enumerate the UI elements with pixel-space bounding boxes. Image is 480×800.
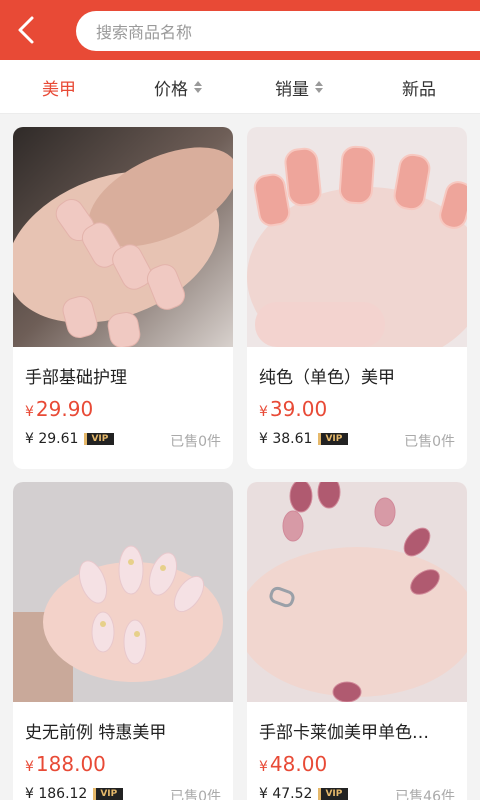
tab-label: 价格 (154, 79, 188, 100)
product-grid: 手部基础护理 ¥29.90 ¥ 29.61 VIP 已售0件 纯色（单色）美甲 … (0, 114, 480, 800)
tab-category[interactable]: 美甲 (42, 60, 76, 114)
currency-symbol: ¥ (259, 404, 268, 420)
search-input[interactable]: 搜索商品名称 (76, 11, 480, 51)
product-title: 手部基础护理 (25, 368, 127, 388)
sold-count: 已售0件 (170, 434, 221, 450)
chevron-left-icon[interactable] (10, 12, 46, 48)
vip-price: ¥ 47.52 (259, 786, 313, 800)
currency-symbol: ¥ (25, 404, 34, 420)
vip-price-row: ¥ 38.61 VIP (259, 431, 349, 447)
vip-price-row: ¥ 186.12 VIP (25, 786, 124, 800)
vip-badge: VIP (318, 788, 349, 800)
sold-count: 已售0件 (170, 789, 221, 800)
sold-count: 已售46件 (395, 789, 455, 800)
product-card[interactable]: 纯色（单色）美甲 ¥39.00 ¥ 38.61 VIP 已售0件 (247, 127, 467, 469)
search-placeholder: 搜索商品名称 (96, 23, 193, 42)
product-card[interactable]: 史无前例 特惠美甲 ¥188.00 ¥ 186.12 VIP 已售0件 (13, 482, 233, 800)
product-title: 手部卡莱伽美甲单色… (259, 723, 429, 743)
price-value: 188.00 (35, 752, 106, 776)
vip-price-row: ¥ 47.52 VIP (259, 786, 349, 800)
price-value: 48.00 (269, 752, 328, 776)
product-card[interactable]: 手部卡莱伽美甲单色… ¥48.00 ¥ 47.52 VIP 已售46件 (247, 482, 467, 800)
currency-symbol: ¥ (259, 759, 268, 775)
tab-sales[interactable]: 销量 (275, 60, 323, 114)
product-image (247, 482, 467, 702)
vip-price: ¥ 29.61 (25, 431, 79, 447)
vip-badge: VIP (84, 433, 115, 445)
product-title: 史无前例 特惠美甲 (25, 723, 167, 743)
vip-badge: VIP (318, 433, 349, 445)
vip-price-row: ¥ 29.61 VIP (25, 431, 115, 447)
product-price: ¥29.90 (25, 397, 93, 421)
product-title: 纯色（单色）美甲 (259, 368, 395, 388)
sort-icon (194, 81, 202, 93)
product-card[interactable]: 手部基础护理 ¥29.90 ¥ 29.61 VIP 已售0件 (13, 127, 233, 469)
sort-icon (315, 81, 323, 93)
price-value: 39.00 (269, 397, 328, 421)
tab-price[interactable]: 价格 (154, 60, 202, 114)
product-image (247, 127, 467, 347)
currency-symbol: ¥ (25, 759, 34, 775)
price-value: 29.90 (35, 397, 94, 421)
vip-price: ¥ 38.61 (259, 431, 313, 447)
product-price: ¥39.00 (259, 397, 327, 421)
tab-label: 销量 (275, 79, 309, 100)
product-price: ¥188.00 (25, 752, 106, 776)
product-image (13, 127, 233, 347)
product-image (13, 482, 233, 702)
product-price: ¥48.00 (259, 752, 327, 776)
vip-price: ¥ 186.12 (25, 786, 88, 800)
tab-new[interactable]: 新品 (402, 60, 436, 114)
tab-label: 新品 (402, 79, 436, 100)
top-bar: 搜索商品名称 (0, 0, 480, 60)
filter-tabs: 美甲 价格 销量 新品 (0, 60, 480, 114)
sold-count: 已售0件 (404, 434, 455, 450)
vip-badge: VIP (93, 788, 124, 800)
tab-label: 美甲 (42, 79, 76, 100)
